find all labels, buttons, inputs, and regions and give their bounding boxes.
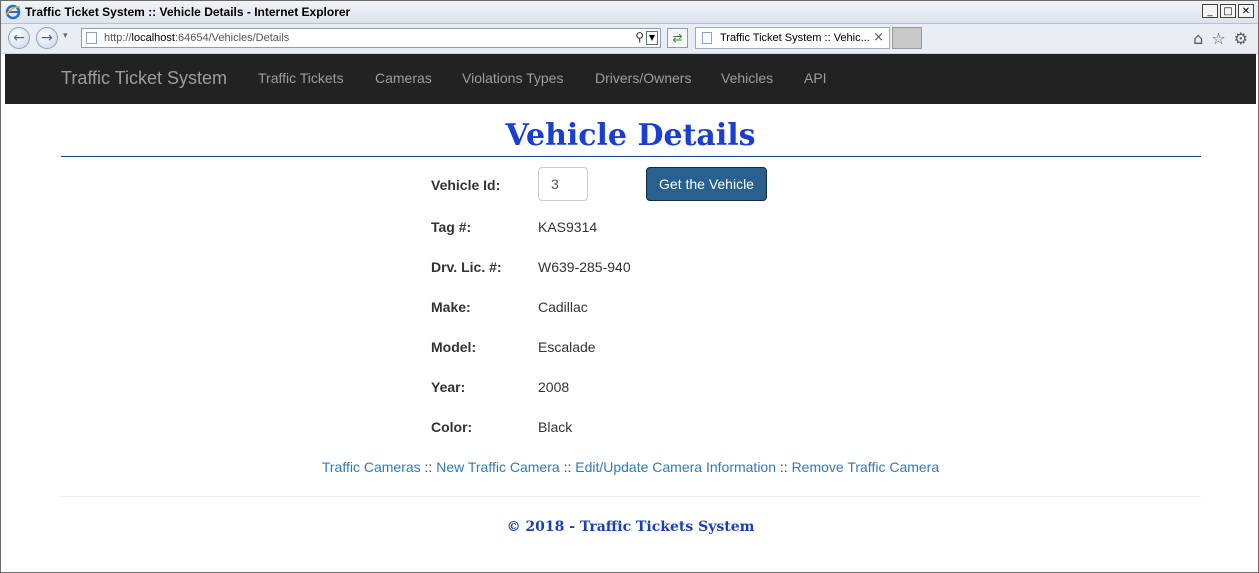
make-value: Cadillac (538, 299, 588, 315)
forward-icon[interactable]: → (36, 27, 58, 49)
vehicle-id-input[interactable] (538, 167, 588, 201)
close-button[interactable]: ✕ (1238, 4, 1254, 18)
browser-window: Traffic Ticket System :: Vehicle Details… (0, 0, 1259, 573)
footer-divider (61, 496, 1201, 497)
link-separator: :: (779, 459, 788, 475)
url-path: :64654/Vehicles/Details (174, 32, 290, 44)
nav-link-drivers-owners[interactable]: Drivers/Owners (595, 70, 691, 86)
tag-value: KAS9314 (538, 219, 598, 235)
link-separator: :: (563, 459, 572, 475)
camera-links: Traffic Cameras :: New Traffic Camera ::… (1, 459, 1258, 475)
year-label: Year: (431, 379, 466, 395)
window-title: Traffic Ticket System :: Vehicle Details… (25, 5, 351, 19)
refresh-icon[interactable]: ⇄ (667, 28, 688, 48)
toolbar-icons: ⌂ ☆ ⚙ (1193, 29, 1248, 48)
link-separator: :: (424, 459, 433, 475)
tag-label: Tag #: (431, 219, 472, 235)
new-traffic-camera-link[interactable]: New Traffic Camera (436, 459, 559, 475)
footer-copyright: © 2018 - Traffic Tickets System (506, 519, 755, 535)
drivers-license-value: W639-285-940 (538, 259, 631, 275)
color-label: Color: (431, 419, 473, 435)
nav-link-cameras[interactable]: Cameras (375, 70, 432, 86)
address-bar[interactable]: http://localhost:64654/Vehicles/Details … (81, 28, 661, 48)
edit-update-camera-link[interactable]: Edit/Update Camera Information (575, 459, 776, 475)
window-controls: _ □ ✕ (1202, 4, 1254, 18)
search-icon[interactable]: ⚲ (635, 30, 644, 44)
address-toolbar: ← → ▾ http://localhost:64654/Vehicles/De… (1, 24, 1258, 54)
vehicle-id-label: Vehicle Id: (431, 177, 501, 193)
maximize-button[interactable]: □ (1220, 4, 1236, 18)
tab-title: Traffic Ticket System :: Vehic... (720, 32, 870, 44)
history-dropdown-icon[interactable]: ▾ (63, 31, 68, 41)
page-icon (86, 32, 97, 44)
nav-link-violations-types[interactable]: Violations Types (462, 70, 563, 86)
settings-gear-icon[interactable]: ⚙ (1234, 29, 1248, 48)
drivers-license-label: Drv. Lic. #: (431, 259, 502, 275)
internet-explorer-icon (5, 4, 21, 20)
nav-link-traffic-tickets[interactable]: Traffic Tickets (258, 70, 344, 86)
url-host: localhost (131, 32, 175, 44)
get-vehicle-button[interactable]: Get the Vehicle (646, 167, 767, 201)
navbar-brand[interactable]: Traffic Ticket System (61, 68, 227, 89)
title-bar: Traffic Ticket System :: Vehicle Details… (1, 1, 1258, 24)
color-value: Black (538, 419, 573, 435)
site-navbar: Traffic Ticket System Traffic Tickets Ca… (5, 54, 1256, 104)
home-icon[interactable]: ⌂ (1193, 29, 1203, 48)
minimize-button[interactable]: _ (1202, 4, 1218, 18)
model-value: Escalade (538, 339, 596, 355)
model-label: Model: (431, 339, 477, 355)
nav-link-vehicles[interactable]: Vehicles (721, 70, 773, 86)
url-text[interactable]: http://localhost:64654/Vehicles/Details (104, 32, 289, 44)
year-value: 2008 (538, 379, 570, 395)
page-title: Vehicle Details (505, 118, 756, 153)
favorites-star-icon[interactable]: ☆ (1211, 29, 1225, 48)
traffic-cameras-link[interactable]: Traffic Cameras (322, 459, 421, 475)
tab-close-icon[interactable]: × (873, 30, 884, 45)
back-icon[interactable]: ← (8, 27, 30, 49)
tab-page-icon (702, 32, 712, 44)
title-divider (61, 156, 1201, 157)
address-dropdown-icon[interactable]: ▼ (646, 31, 658, 45)
remove-traffic-camera-link[interactable]: Remove Traffic Camera (792, 459, 940, 475)
browser-tab[interactable]: Traffic Ticket System :: Vehic... × (695, 27, 890, 49)
new-tab-button[interactable] (892, 27, 922, 49)
url-prefix: http:// (104, 32, 132, 44)
make-label: Make: (431, 299, 471, 315)
nav-link-api[interactable]: API (804, 70, 827, 86)
